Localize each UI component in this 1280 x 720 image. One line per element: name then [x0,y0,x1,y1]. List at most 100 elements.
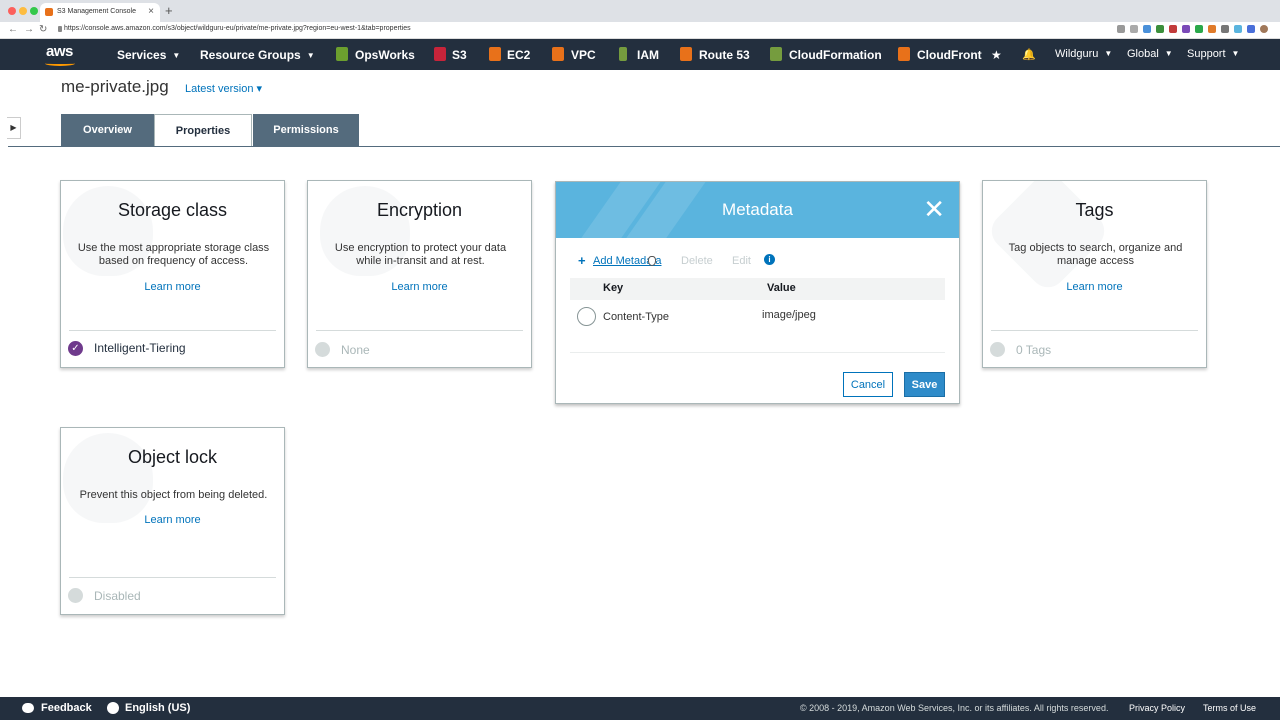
aws-top-nav: aws Services ▼ Resource Groups ▼ OpsWorks … [0,39,1280,70]
check-icon: ✓ [68,341,83,356]
info-icon[interactable]: i [764,254,775,265]
reload-icon[interactable]: ↻ [39,24,47,35]
browser-tab[interactable]: S3 Management Console × [40,3,160,22]
cancel-button[interactable]: Cancel [843,372,893,397]
minimize-window-icon[interactable] [19,7,27,15]
tab-overview[interactable]: Overview [61,114,154,146]
nav-ec2[interactable]: EC2 [507,48,530,62]
chevron-down-icon: ▼ [1231,49,1240,58]
back-arrow-icon[interactable]: ← [8,24,18,35]
learn-more-link[interactable]: Learn more [61,281,284,293]
extension-icon[interactable] [1143,25,1151,33]
page-title: me-private.jpg [61,77,169,96]
pin-icon[interactable]: ★ [991,48,1002,62]
close-tab-icon[interactable]: × [148,6,154,17]
lock-icon [58,26,62,32]
version-dropdown[interactable]: Latest version ▾ [185,82,262,95]
learn-more-link[interactable]: Learn more [61,514,284,526]
account-menu[interactable]: Wildguru ▼ [1055,48,1112,60]
card-title: Tags [1075,200,1114,220]
ec2-icon [489,47,501,61]
status-dot-icon [315,342,330,357]
bookmark-star-icon[interactable] [1130,25,1138,33]
extension-icon[interactable] [1169,25,1177,33]
status-dot-icon [68,588,83,603]
status-dot-icon [990,342,1005,357]
delete-button[interactable]: Delete [681,255,713,267]
extension-icon[interactable] [1195,25,1203,33]
privacy-policy-link[interactable]: Privacy Policy [1129,703,1185,713]
nav-cloudformation[interactable]: CloudFormation [789,48,882,62]
forward-arrow-icon[interactable]: → [24,24,34,35]
nav-opsworks[interactable]: OpsWorks [355,48,415,62]
extension-icon[interactable] [1156,25,1164,33]
opsworks-icon [336,47,348,61]
bell-icon[interactable]: 🔔 [1022,48,1036,61]
nav-route53[interactable]: Route 53 [699,48,750,62]
close-window-icon[interactable] [8,7,16,15]
metadata-title: Metadata [722,200,793,219]
chevron-down-icon: ▼ [1104,49,1113,58]
metadata-header: Metadata ✕ [556,182,959,272]
extension-icon[interactable] [1208,25,1216,33]
url-input[interactable]: https://console.aws.amazon.com/s3/object… [64,25,411,32]
extension-icon[interactable] [1234,25,1242,33]
card-description: Use encryption to protect your data whil… [334,242,507,267]
terms-of-use-link[interactable]: Terms of Use [1203,703,1256,713]
card-divider [69,330,276,331]
cloudformation-icon [770,47,782,61]
resource-groups-menu[interactable]: Resource Groups ▼ [200,48,315,62]
chevron-down-icon: ▼ [1164,49,1173,58]
tags-value: 0 Tags [1016,343,1052,357]
route53-icon [680,47,692,61]
card-description: Tag objects to search, organize and mana… [1008,242,1183,267]
row-select-radio[interactable] [577,307,596,326]
card-title: Encryption [376,200,463,220]
nav-s3[interactable]: S3 [452,48,467,62]
profile-avatar[interactable] [1260,25,1268,33]
metadata-value-cell: image/jpeg [762,309,816,321]
plus-icon[interactable]: + [578,253,586,268]
card-title: Object lock [127,447,218,467]
nav-cloudfront[interactable]: CloudFront [917,48,982,62]
browser-tab-bar: S3 Management Console × + [0,0,1280,22]
globe-icon [107,702,119,714]
copyright-text: © 2008 - 2019, Amazon Web Services, Inc.… [800,703,1109,713]
console-footer: Feedback English (US) © 2008 - 2019, Ama… [0,697,1280,720]
vpc-icon [552,47,564,61]
column-header-key: Key [603,282,624,294]
sidebar-toggle-icon[interactable]: ▶ [7,117,21,139]
nav-vpc[interactable]: VPC [571,48,596,62]
s3-icon [434,47,446,61]
storage-class-card[interactable]: Storage class Use the most appropriate s… [60,180,285,368]
address-bar: ← → ↻ https://console.aws.amazon.com/s3/… [0,22,1280,39]
tab-divider [8,146,1280,147]
tags-card[interactable]: Tags Tag objects to search, organize and… [982,180,1207,368]
card-title: Storage class [117,200,228,220]
column-header-value: Value [767,282,796,294]
region-menu[interactable]: Global ▼ [1127,48,1173,60]
extension-icon[interactable] [1247,25,1255,33]
learn-more-link[interactable]: Learn more [308,281,531,293]
save-button[interactable]: Save [904,372,945,397]
aws-logo[interactable]: aws [46,43,73,60]
feedback-link[interactable]: Feedback [41,702,92,714]
extension-icon[interactable] [1182,25,1190,33]
services-menu[interactable]: Services ▼ [117,48,180,62]
close-icon[interactable]: ✕ [923,196,945,222]
new-tab-button[interactable]: + [165,3,173,18]
support-menu[interactable]: Support ▼ [1187,48,1239,60]
maximize-window-icon[interactable] [30,7,38,15]
extension-icon[interactable] [1221,25,1229,33]
tab-properties[interactable]: Properties [154,114,252,146]
zoom-icon[interactable] [1117,25,1125,33]
object-lock-card[interactable]: Object lock Prevent this object from bei… [60,427,285,615]
edit-button[interactable]: Edit [732,255,751,267]
nav-iam[interactable]: IAM [637,48,659,62]
aws-smile-icon [45,61,75,66]
feedback-bubble-icon [22,703,34,713]
learn-more-link[interactable]: Learn more [983,281,1206,293]
tab-permissions[interactable]: Permissions [253,114,359,146]
language-selector[interactable]: English (US) [125,702,190,714]
encryption-card[interactable]: Encryption Use encryption to protect you… [307,180,532,368]
